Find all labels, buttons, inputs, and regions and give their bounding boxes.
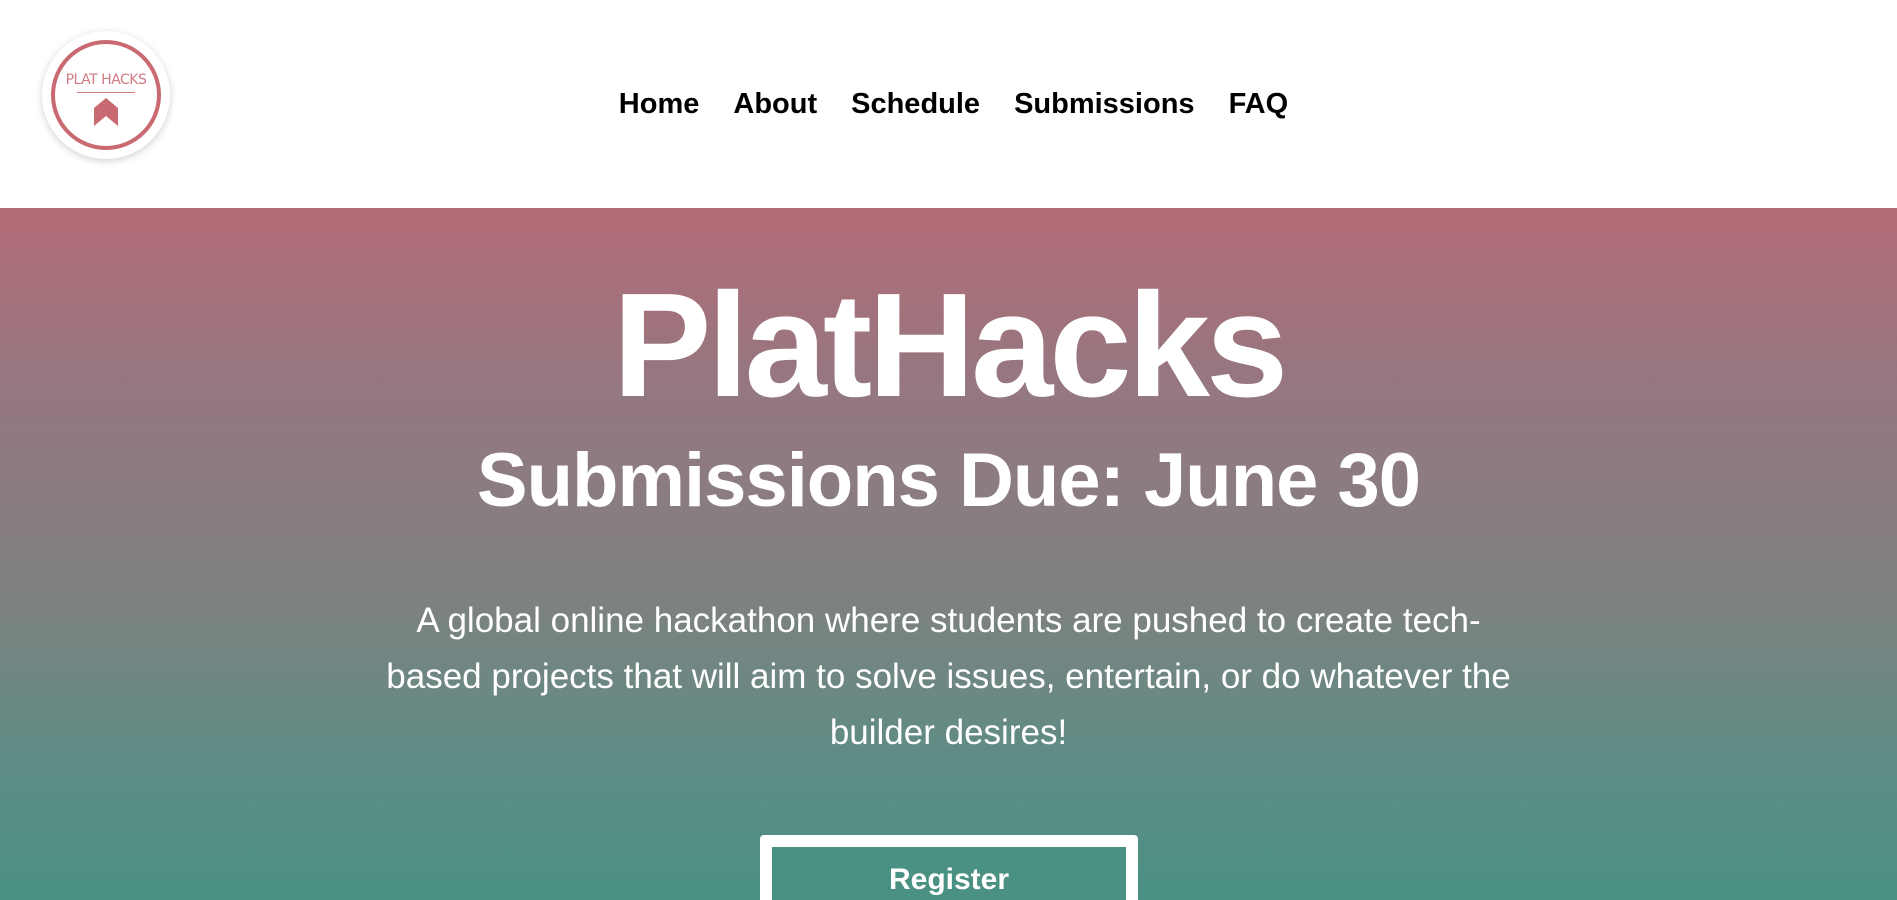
register-button[interactable]: Register: [772, 847, 1126, 900]
nav-home[interactable]: Home: [619, 84, 700, 124]
hero-description: A global online hackathon where students…: [386, 601, 1511, 752]
hero-section: PlatHacks Submissions Due: June 30 A glo…: [0, 208, 1897, 900]
main-nav: Home About Schedule Submissions FAQ: [0, 84, 1897, 124]
site-header: PLAT HACKS Home About Schedule Submissio…: [0, 0, 1897, 208]
nav-faq[interactable]: FAQ: [1229, 84, 1289, 124]
hero-title: PlatHacks: [612, 263, 1289, 428]
register-button-frame: Register: [760, 835, 1138, 900]
nav-schedule[interactable]: Schedule: [851, 84, 980, 124]
nav-about[interactable]: About: [733, 84, 817, 124]
nav-submissions[interactable]: Submissions: [1014, 84, 1195, 124]
submission-deadline: Submissions Due: June 30: [476, 438, 1421, 523]
